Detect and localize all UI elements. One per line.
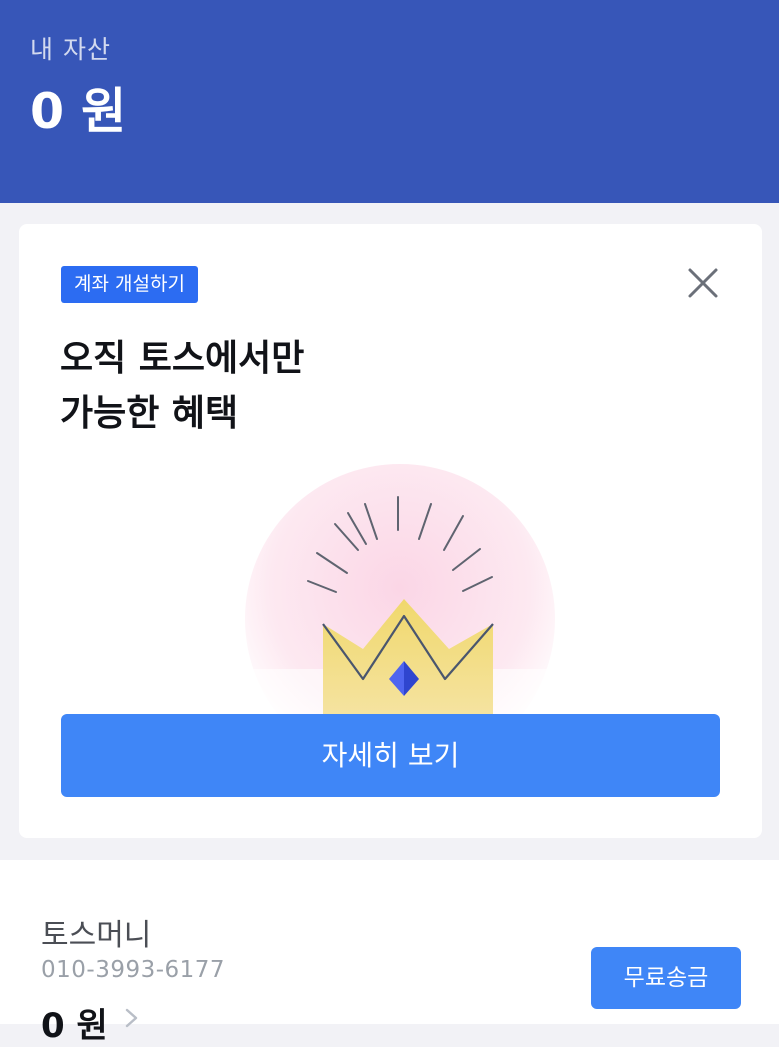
toss-money-card[interactable]: 토스머니 010-3993-6177 0 원 무료송금	[0, 860, 779, 1046]
account-number: 010-3993-6177	[41, 957, 226, 983]
assets-label: 내 자산	[30, 35, 111, 64]
toss-money-amount[interactable]: 0 원	[41, 998, 108, 1047]
assets-header: 내 자산 0 원	[0, 0, 779, 203]
headline-line-2: 가능한 혜택	[60, 393, 239, 434]
headline-line-1: 오직 토스에서만	[60, 338, 305, 379]
chevron-right-icon	[122, 1008, 142, 1028]
toss-money-title: 토스머니	[41, 918, 152, 953]
open-account-badge: 계좌 개설하기	[61, 266, 198, 303]
assets-amount[interactable]: 0 원	[30, 72, 126, 143]
view-details-button[interactable]: 자세히 보기	[61, 714, 720, 797]
promo-headline: 오직 토스에서만 가능한 혜택	[60, 331, 304, 441]
close-icon[interactable]	[683, 263, 723, 303]
promo-card[interactable]: 계좌 개설하기 오직 토스에서만 가능한 혜택 자세히 보기	[19, 224, 762, 838]
crown-icon	[241, 464, 559, 774]
free-transfer-button[interactable]: 무료송금	[591, 947, 741, 1009]
